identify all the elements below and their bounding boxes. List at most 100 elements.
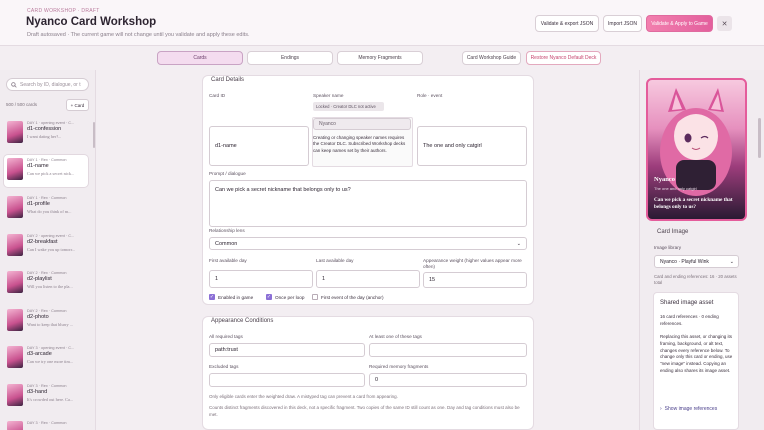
caret-right-icon: › bbox=[660, 406, 662, 412]
last-day-value: 1 bbox=[322, 276, 326, 282]
last-day-label: Last available day bbox=[316, 258, 354, 263]
speaker-name-value: Nyanco bbox=[319, 121, 336, 127]
once-label: Once per loop bbox=[275, 294, 305, 300]
last-day-input[interactable]: 1 bbox=[316, 270, 420, 288]
card-name: d3-hand bbox=[27, 389, 48, 395]
card-list-item-selected[interactable]: DAY 1 · Rex · Common d1-name Can we pick a… bbox=[4, 155, 88, 187]
close-button[interactable]: ✕ bbox=[717, 16, 732, 31]
card-thumbnail bbox=[7, 384, 23, 406]
card-id-input[interactable]: d1-name bbox=[209, 126, 309, 166]
add-card-button[interactable]: + Card bbox=[66, 99, 89, 111]
card-name: d3-arcade bbox=[27, 351, 52, 357]
chevron-down-icon: ⌄ bbox=[729, 258, 734, 265]
speaker-tooltip-text: Creating or changing speaker names requi… bbox=[313, 135, 406, 153]
first-day-input[interactable]: 1 bbox=[209, 270, 313, 288]
once-per-loop-checkbox[interactable]: ✓ Once per loop bbox=[266, 294, 304, 300]
show-image-references-toggle[interactable]: › Show image references bbox=[660, 406, 717, 412]
first-day-value: 1 bbox=[215, 276, 219, 282]
relationship-lens-value: Common bbox=[215, 240, 238, 247]
card-thumbnail bbox=[7, 271, 23, 293]
card-list-item[interactable]: DAY 2 · Rex · Common d2-photo Want to keep… bbox=[4, 306, 88, 338]
card-thumbnail bbox=[7, 121, 23, 143]
card-thumbnail bbox=[7, 158, 23, 180]
all-tags-value: path:trust bbox=[215, 347, 238, 353]
card-line: Can we pick a secret nick... bbox=[27, 171, 75, 176]
autosave-status: Draft autosaved · The current game will … bbox=[27, 32, 250, 38]
card-meta: DAY 1 · opening event · C... bbox=[27, 121, 75, 125]
relationship-lens-select[interactable]: Common ⌄ bbox=[209, 237, 527, 250]
all-tags-input[interactable]: path:trust bbox=[209, 343, 365, 357]
card-list-item[interactable]: DAY 1 · Rex · Common d1-profile What do yo… bbox=[4, 193, 88, 225]
card-search-input[interactable]: Search by ID, dialogue, or t bbox=[6, 78, 89, 91]
shared-asset-refs: 16 card references · 0 ending references… bbox=[660, 314, 719, 326]
card-count: 500 / 500 cards bbox=[6, 102, 38, 107]
card-list-item[interactable]: DAY 3 · Rex · Common bbox=[4, 418, 88, 430]
card-id-label: Card ID bbox=[209, 93, 226, 98]
right-panel-scrollbar[interactable] bbox=[758, 118, 761, 158]
excluded-tags-input[interactable] bbox=[209, 373, 365, 387]
shared-asset-title: Shared image asset bbox=[660, 300, 714, 306]
enabled-checkbox[interactable]: ✓ Enabled in game bbox=[209, 294, 253, 300]
card-list-item[interactable]: DAY 2 · Rex · Common d2-playlist Will you … bbox=[4, 268, 88, 300]
relationship-lens-label: Relationship lens bbox=[209, 228, 245, 233]
page-title: Nyanco Card Workshop bbox=[26, 16, 157, 28]
card-meta: DAY 3 · Rex · Common bbox=[27, 384, 67, 388]
enabled-label: Enabled in game bbox=[218, 294, 254, 300]
fragments-note: Counts distinct fragments discovered in … bbox=[209, 405, 520, 417]
speaker-locked-badge: Locked · Creator DLC not active bbox=[313, 102, 384, 111]
card-line: Can we try one more tim... bbox=[27, 359, 74, 364]
search-icon bbox=[11, 81, 17, 88]
card-meta: DAY 1 · Rex · Common bbox=[27, 158, 67, 162]
import-json-button[interactable]: Import JSON bbox=[603, 15, 642, 32]
card-list-item[interactable]: DAY 3 · opening event · C... d3-arcade Can… bbox=[4, 343, 88, 375]
prompt-textarea[interactable]: Can we pick a secret nickname that belon… bbox=[209, 180, 527, 227]
card-thumbnail bbox=[7, 234, 23, 256]
eyebrow-label: CARD WORKSHOP · DRAFT bbox=[27, 8, 100, 14]
tab-cards[interactable]: Cards bbox=[157, 51, 243, 65]
checkbox-checked-icon: ✓ bbox=[266, 294, 272, 300]
memory-fragments-label: Required memory fragments bbox=[369, 364, 429, 369]
image-library-select[interactable]: Nyanco · Playful Wink ⌄ bbox=[654, 255, 739, 268]
image-references-note: Card and ending references: 16 · 20 asse… bbox=[654, 274, 737, 286]
workshop-guide-button[interactable]: Card Workshop Guide bbox=[462, 51, 521, 65]
tab-memory-fragments[interactable]: Memory Fragments bbox=[337, 51, 423, 65]
sidebar-scrollbar[interactable] bbox=[93, 122, 95, 148]
first-event-checkbox[interactable]: First event of the day (anchor) bbox=[312, 294, 384, 300]
weighted-draw-note: Only eligible cards enter the weighted d… bbox=[209, 394, 398, 399]
card-name: d2-breakfast bbox=[27, 239, 58, 245]
card-line: Will you listen to the pla... bbox=[27, 284, 73, 289]
card-line: What do you think of m... bbox=[27, 209, 72, 214]
preview-role: The one and only catgirl bbox=[654, 186, 697, 191]
card-thumbnail bbox=[7, 346, 23, 368]
role-input[interactable]: The one and only catgirl bbox=[417, 126, 527, 166]
show-references-label: Show image references bbox=[664, 406, 718, 412]
card-list-item[interactable]: DAY 2 · opening event · C... d2-breakfast… bbox=[4, 231, 88, 263]
prompt-label: Prompt / dialogue bbox=[209, 171, 246, 176]
first-day-label: First available day bbox=[209, 258, 247, 263]
card-name: d2-playlist bbox=[27, 276, 52, 282]
checkbox-unchecked-icon bbox=[312, 294, 318, 300]
card-id-value: d1-name bbox=[215, 143, 237, 149]
memory-fragments-input[interactable]: 0 bbox=[369, 373, 527, 387]
checkbox-checked-icon: ✓ bbox=[209, 294, 215, 300]
preview-speaker-name: Nyanco bbox=[654, 176, 675, 183]
card-meta: DAY 1 · Rex · Common bbox=[27, 196, 67, 200]
card-meta: DAY 3 · opening event · C... bbox=[27, 346, 75, 350]
role-label: Role · event bbox=[417, 93, 443, 98]
card-name: d1-profile bbox=[27, 201, 50, 207]
validate-export-button[interactable]: Validate & export JSON bbox=[535, 15, 599, 32]
card-meta: DAY 2 · Rex · Common bbox=[27, 271, 67, 275]
card-thumbnail bbox=[7, 421, 23, 430]
weight-input[interactable]: 15 bbox=[423, 272, 527, 288]
search-placeholder: Search by ID, dialogue, or t bbox=[20, 81, 81, 88]
restore-default-deck-button[interactable]: Restore Nyanco Default Deck bbox=[526, 51, 601, 65]
any-tags-input[interactable] bbox=[369, 343, 527, 357]
speaker-name-input[interactable]: Nyanco bbox=[313, 118, 411, 130]
tab-endings[interactable]: Endings bbox=[247, 51, 333, 65]
card-list-item[interactable]: DAY 1 · opening event · C... d1-confessio… bbox=[4, 118, 88, 150]
validate-apply-button[interactable]: Validate & Apply to Game bbox=[646, 15, 713, 32]
card-meta: DAY 2 · Rex · Common bbox=[27, 309, 67, 313]
any-tags-label: At least one of these tags bbox=[369, 334, 422, 339]
card-list-item[interactable]: DAY 3 · Rex · Common d3-hand It's crowded … bbox=[4, 381, 88, 413]
card-name: d2-photo bbox=[27, 314, 49, 320]
